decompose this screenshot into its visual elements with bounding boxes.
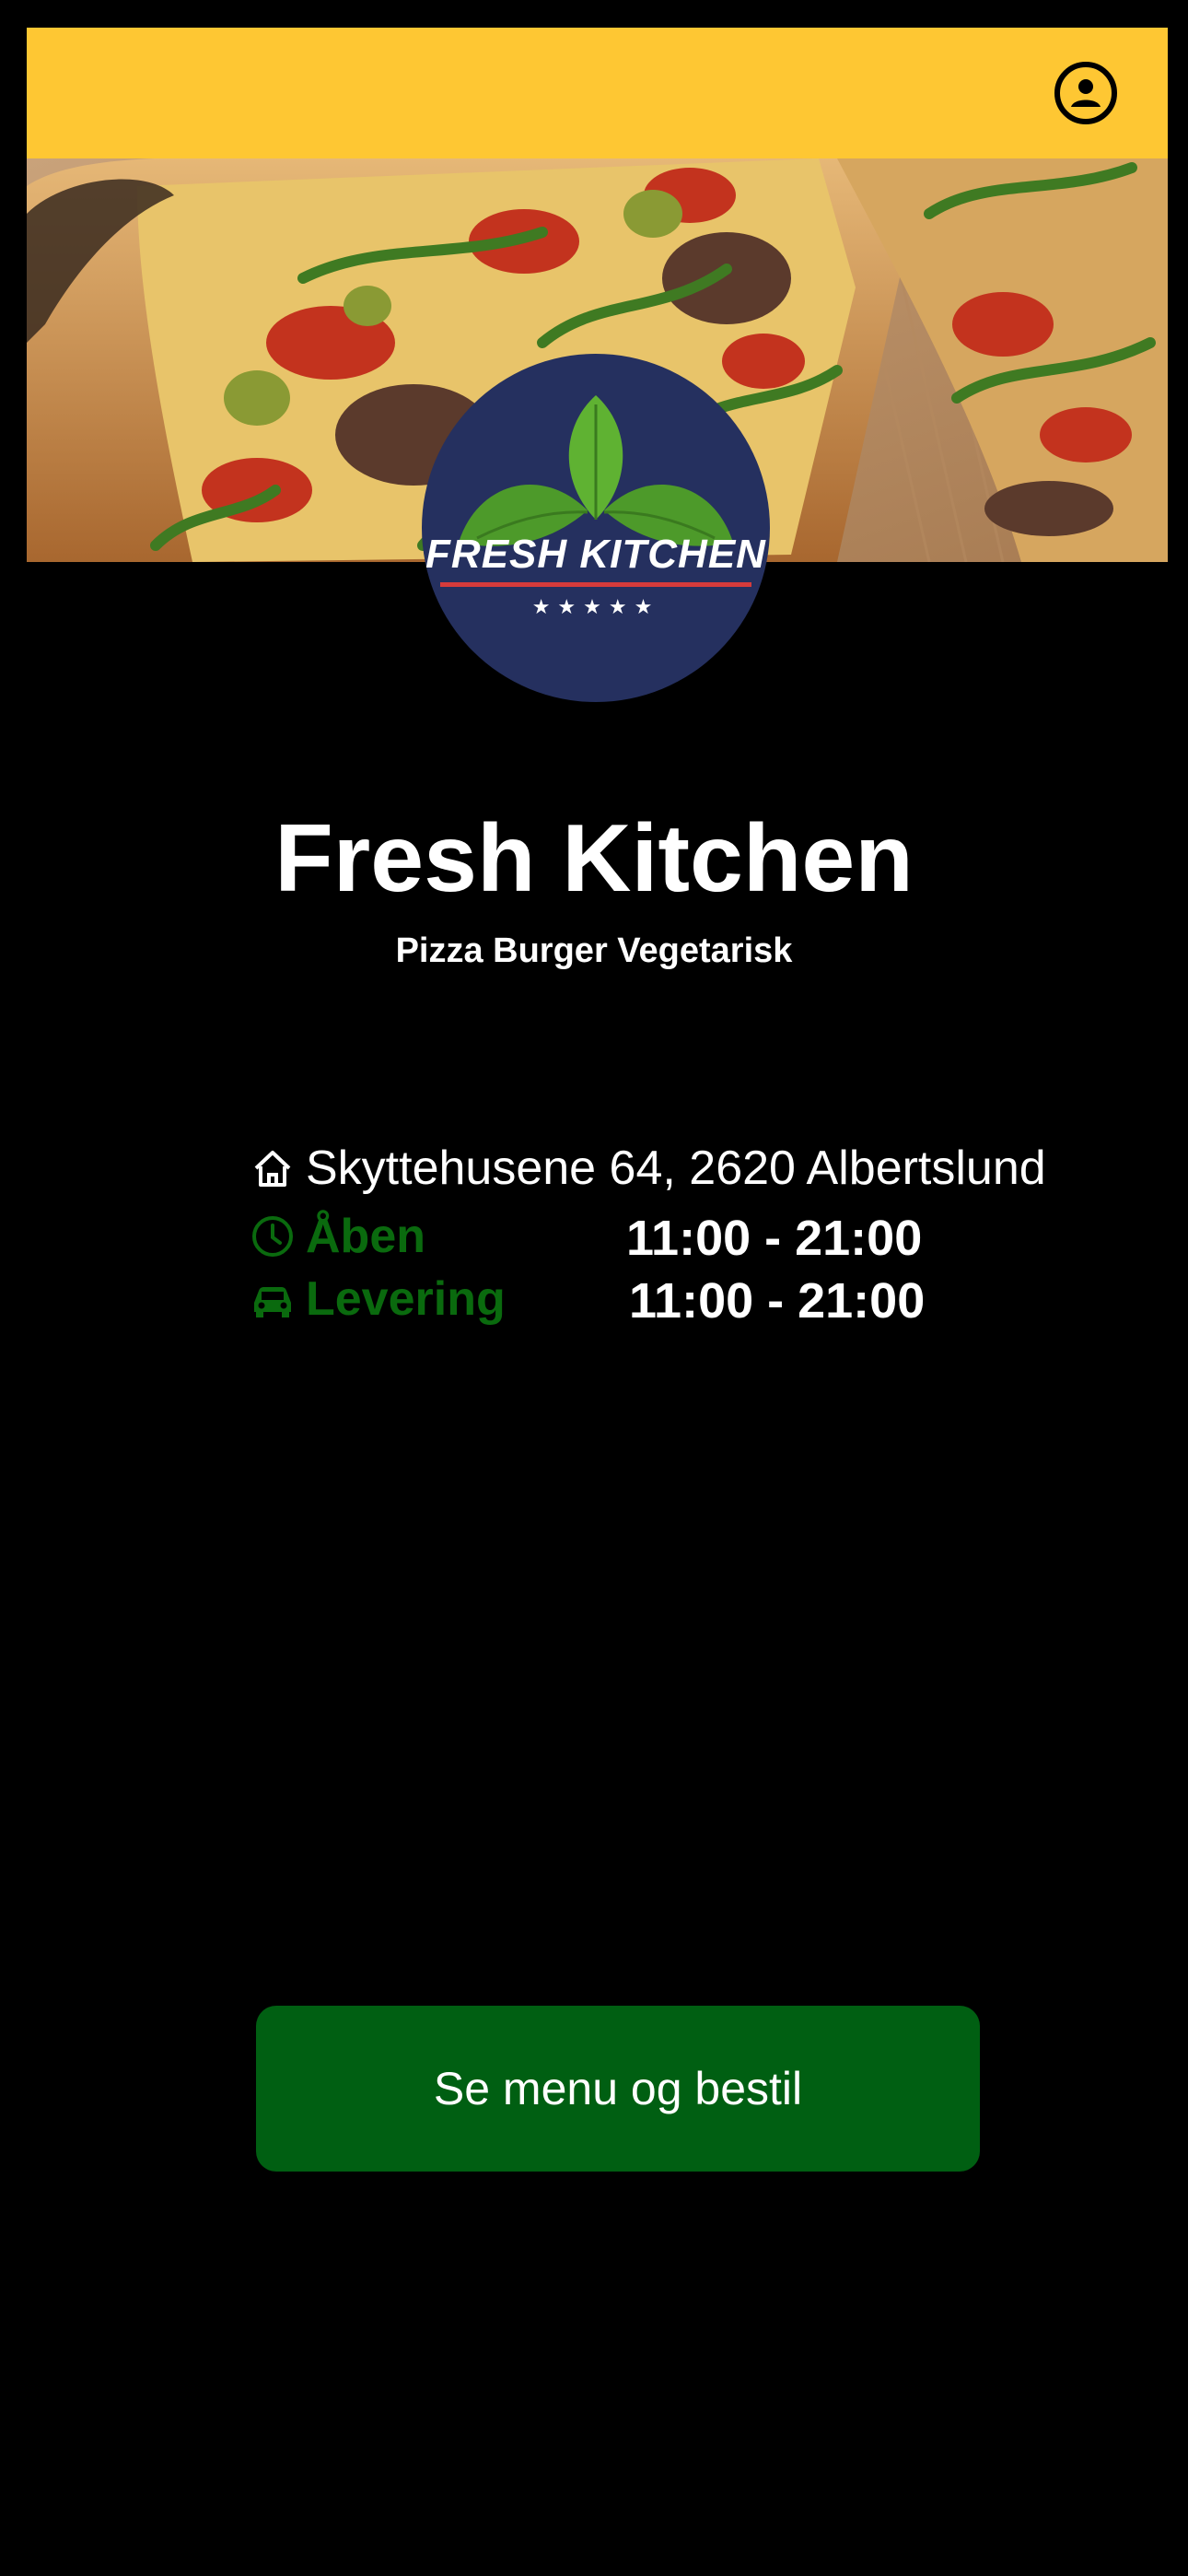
clock-icon	[252, 1216, 293, 1257]
open-hours-row: Åben	[249, 1209, 425, 1264]
logo-text: FRESH KITCHEN	[425, 532, 766, 577]
car-icon	[254, 1287, 291, 1317]
logo-stars: ★★★★★	[531, 595, 660, 618]
open-label: Åben	[306, 1210, 425, 1263]
delivery-hours-time: 11:00 - 21:00	[629, 1273, 926, 1329]
home-icon	[254, 1151, 291, 1187]
restaurant-tags: Pizza Burger Vegetarisk	[395, 931, 793, 970]
restaurant-logo: FRESH KITCHEN ★★★★★	[422, 354, 770, 702]
address-text: Skyttehusene 64, 2620 Albertslund	[306, 1142, 1046, 1195]
user-circle-icon	[1071, 79, 1101, 107]
delivery-hours-row: Levering	[249, 1271, 506, 1327]
profile-button[interactable]	[1054, 62, 1117, 124]
basil-leaves-icon	[459, 395, 733, 546]
logo-underline	[440, 582, 751, 587]
restaurant-name: Fresh Kitchen	[274, 805, 914, 912]
open-hours-time: 11:00 - 21:00	[626, 1211, 923, 1266]
restaurant-card: FRESH KITCHEN ★★★★★ Fresh Kitchen Pizza …	[0, 0, 1188, 2271]
delivery-label: Levering	[306, 1272, 506, 1326]
top-bar	[27, 28, 1168, 158]
address-row: Skyttehusene 64, 2620 Albertslund	[249, 1141, 1046, 1196]
see-menu-order-button[interactable]: Se menu og bestil	[256, 2006, 980, 2172]
